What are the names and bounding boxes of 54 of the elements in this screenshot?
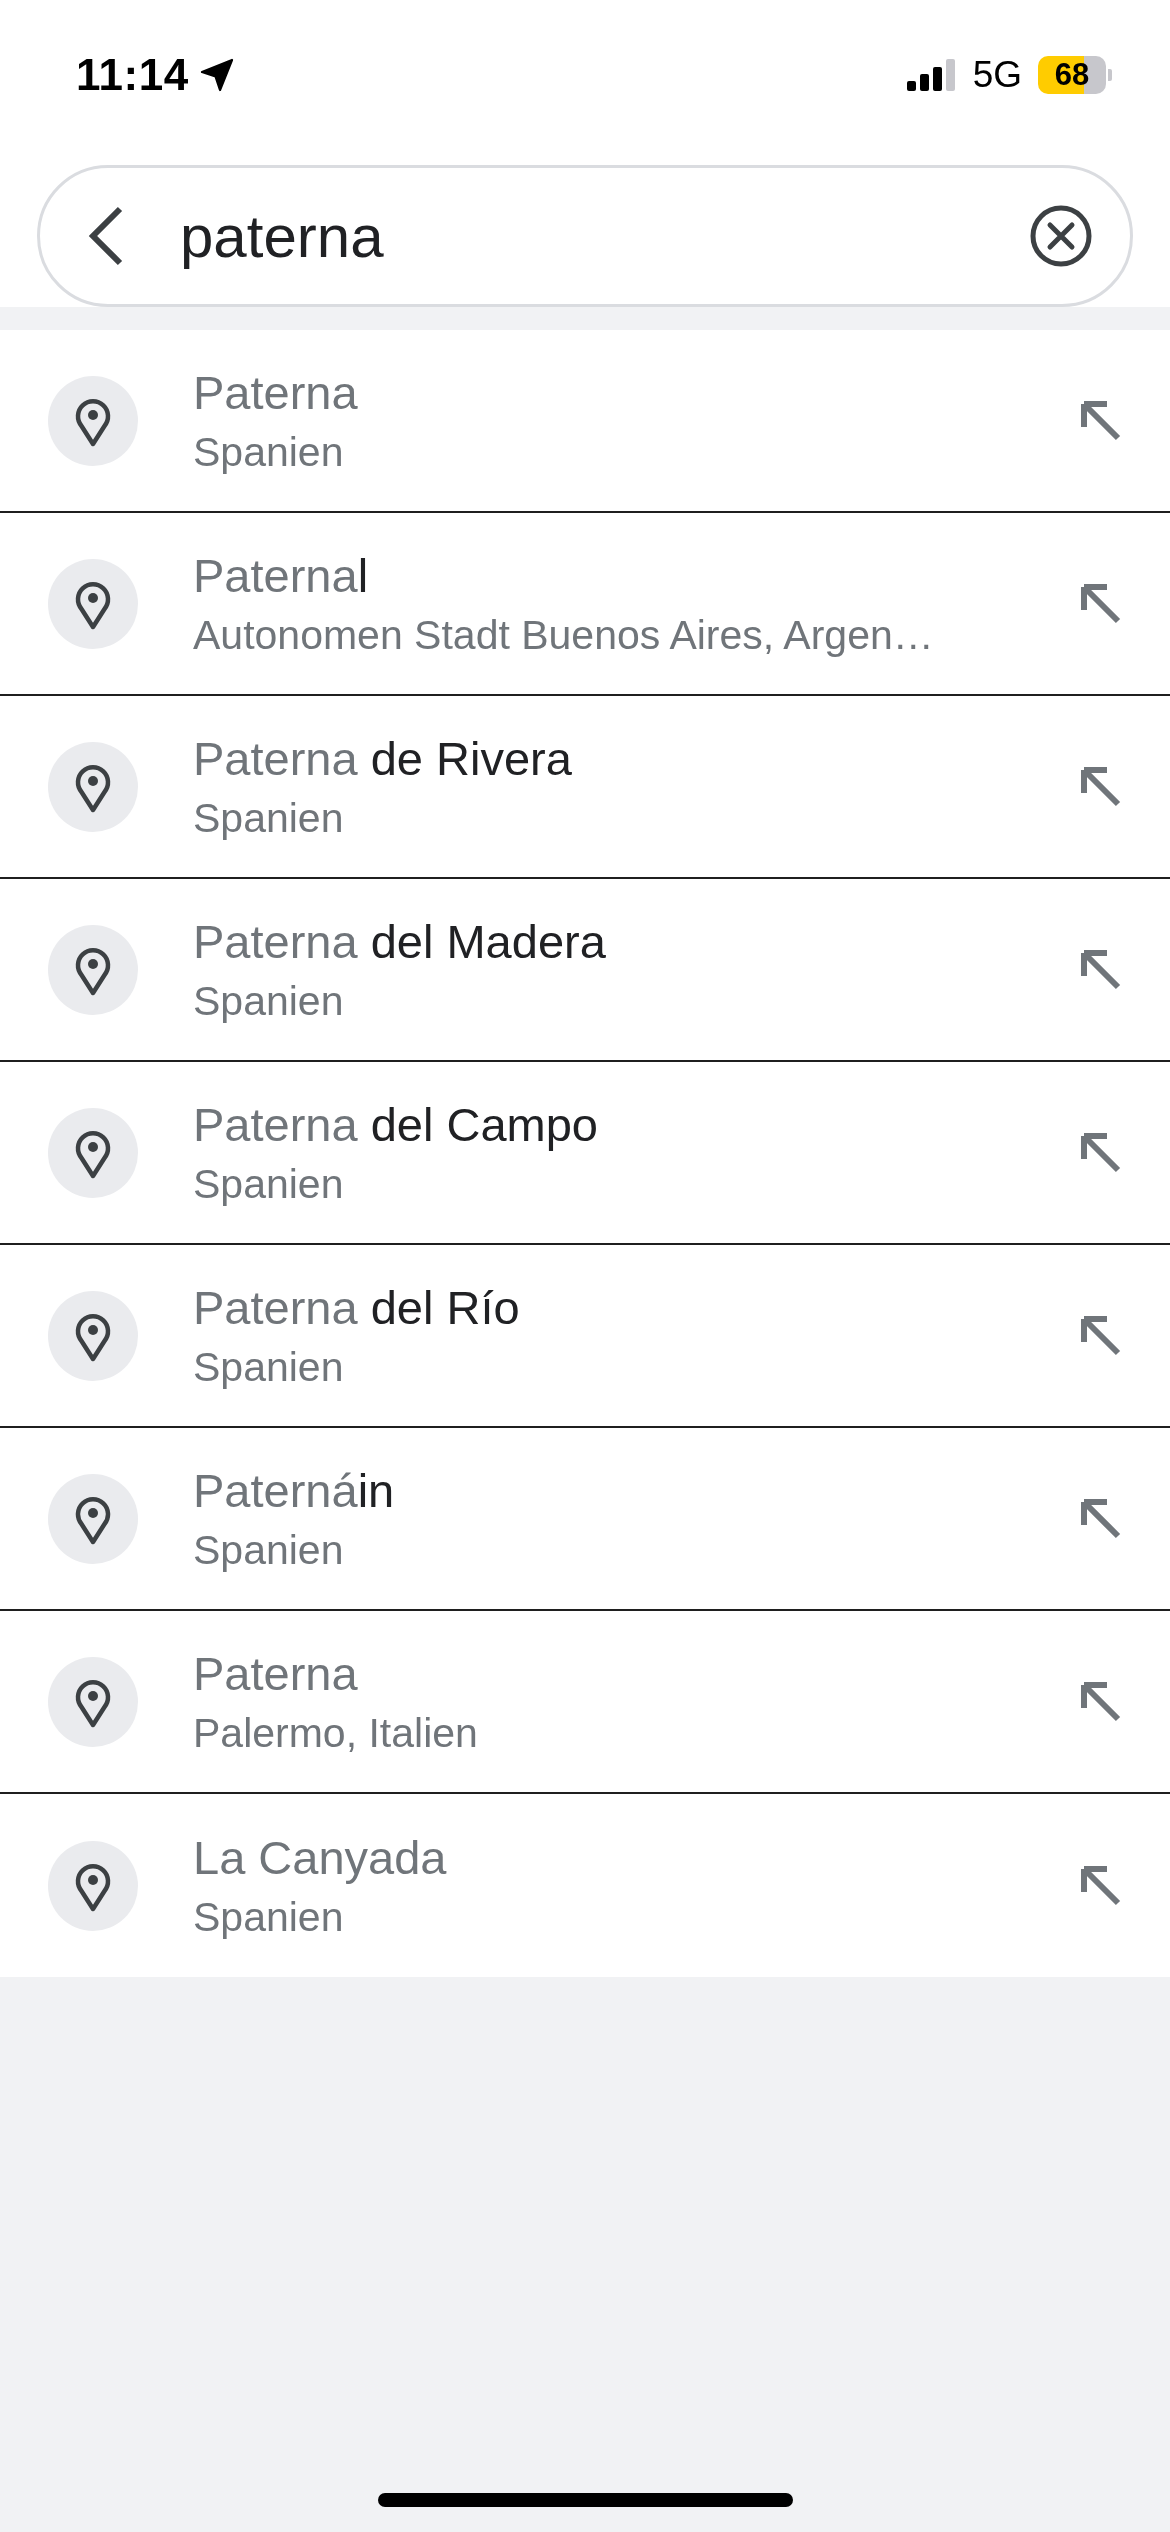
location-arrow-icon: [198, 57, 235, 93]
back-icon[interactable]: [88, 206, 124, 266]
status-time: 11:14: [76, 50, 189, 100]
suggestion-subtitle: Spanien: [193, 1342, 344, 1392]
arrow-up-left-icon[interactable]: [1081, 400, 1121, 441]
arrow-up-left-icon[interactable]: [1081, 583, 1121, 624]
suggestion-item[interactable]: Paterna de Rivera Spanien: [0, 696, 1170, 879]
location-pin-icon: [48, 924, 138, 1015]
arrow-up-left-icon[interactable]: [1081, 1498, 1121, 1539]
suggestion-item[interactable]: Paterna del Río Spanien: [0, 1245, 1170, 1428]
search-bar[interactable]: paterna: [37, 165, 1133, 307]
search-input[interactable]: paterna: [180, 194, 1010, 278]
suggestion-item[interactable]: Paterna Palermo, Italien: [0, 1611, 1170, 1794]
suggestion-subtitle: Spanien: [193, 427, 344, 477]
suggestion-subtitle: Spanien: [193, 793, 344, 843]
suggestion-title: Paterna de Rivera: [193, 730, 572, 787]
suggestion-title: Paterna: [193, 364, 358, 421]
suggestion-item[interactable]: Paternáin Spanien: [0, 1428, 1170, 1611]
suggestion-title: Paterna del Campo: [193, 1096, 598, 1153]
suggestion-title: Paternáin: [193, 1462, 395, 1519]
arrow-up-left-icon[interactable]: [1081, 766, 1121, 807]
suggestion-title: Paterna del Madera: [193, 913, 606, 970]
location-pin-icon: [48, 1473, 138, 1564]
arrow-up-left-icon[interactable]: [1081, 1132, 1121, 1173]
suggestion-subtitle: Spanien: [193, 1892, 344, 1942]
network-type: 5G: [972, 54, 1022, 96]
location-pin-icon: [48, 375, 138, 466]
suggestion-title: La Canyada: [193, 1829, 447, 1886]
suggestion-item[interactable]: Paterna Spanien: [0, 330, 1170, 513]
suggestion-item[interactable]: La Canyada Spanien: [0, 1794, 1170, 1977]
location-pin-icon: [48, 558, 138, 649]
suggestion-title: Paterna: [193, 1645, 358, 1702]
suggestion-item[interactable]: Paterna del Madera Spanien: [0, 879, 1170, 1062]
location-pin-icon: [48, 1840, 138, 1931]
suggestion-subtitle: Spanien: [193, 1159, 344, 1209]
suggestion-subtitle: Spanien: [193, 976, 344, 1026]
arrow-up-left-icon[interactable]: [1081, 1681, 1121, 1722]
suggestion-subtitle: Autonomen Stadt Buenos Aires, Argen…: [193, 610, 934, 660]
location-pin-icon: [48, 1107, 138, 1198]
arrow-up-left-icon[interactable]: [1081, 949, 1121, 990]
location-pin-icon: [48, 1656, 138, 1747]
location-pin-icon: [48, 1290, 138, 1381]
clear-icon[interactable]: [1030, 205, 1092, 267]
suggestion-item[interactable]: Paterna del Campo Spanien: [0, 1062, 1170, 1245]
arrow-up-left-icon[interactable]: [1081, 1315, 1121, 1356]
suggestion-subtitle: Palermo, Italien: [193, 1708, 478, 1758]
suggestion-title: Paterna del Río: [193, 1279, 520, 1336]
battery-cap-icon: [1108, 69, 1112, 81]
suggestion-subtitle: Spanien: [193, 1525, 344, 1575]
suggestion-title: Paternal: [193, 547, 369, 604]
signal-icon: [906, 59, 957, 91]
location-pin-icon: [48, 741, 138, 832]
arrow-up-left-icon[interactable]: [1081, 1865, 1121, 1906]
suggestion-item[interactable]: Paternal Autonomen Stadt Buenos Aires, Argen…: [0, 513, 1170, 696]
